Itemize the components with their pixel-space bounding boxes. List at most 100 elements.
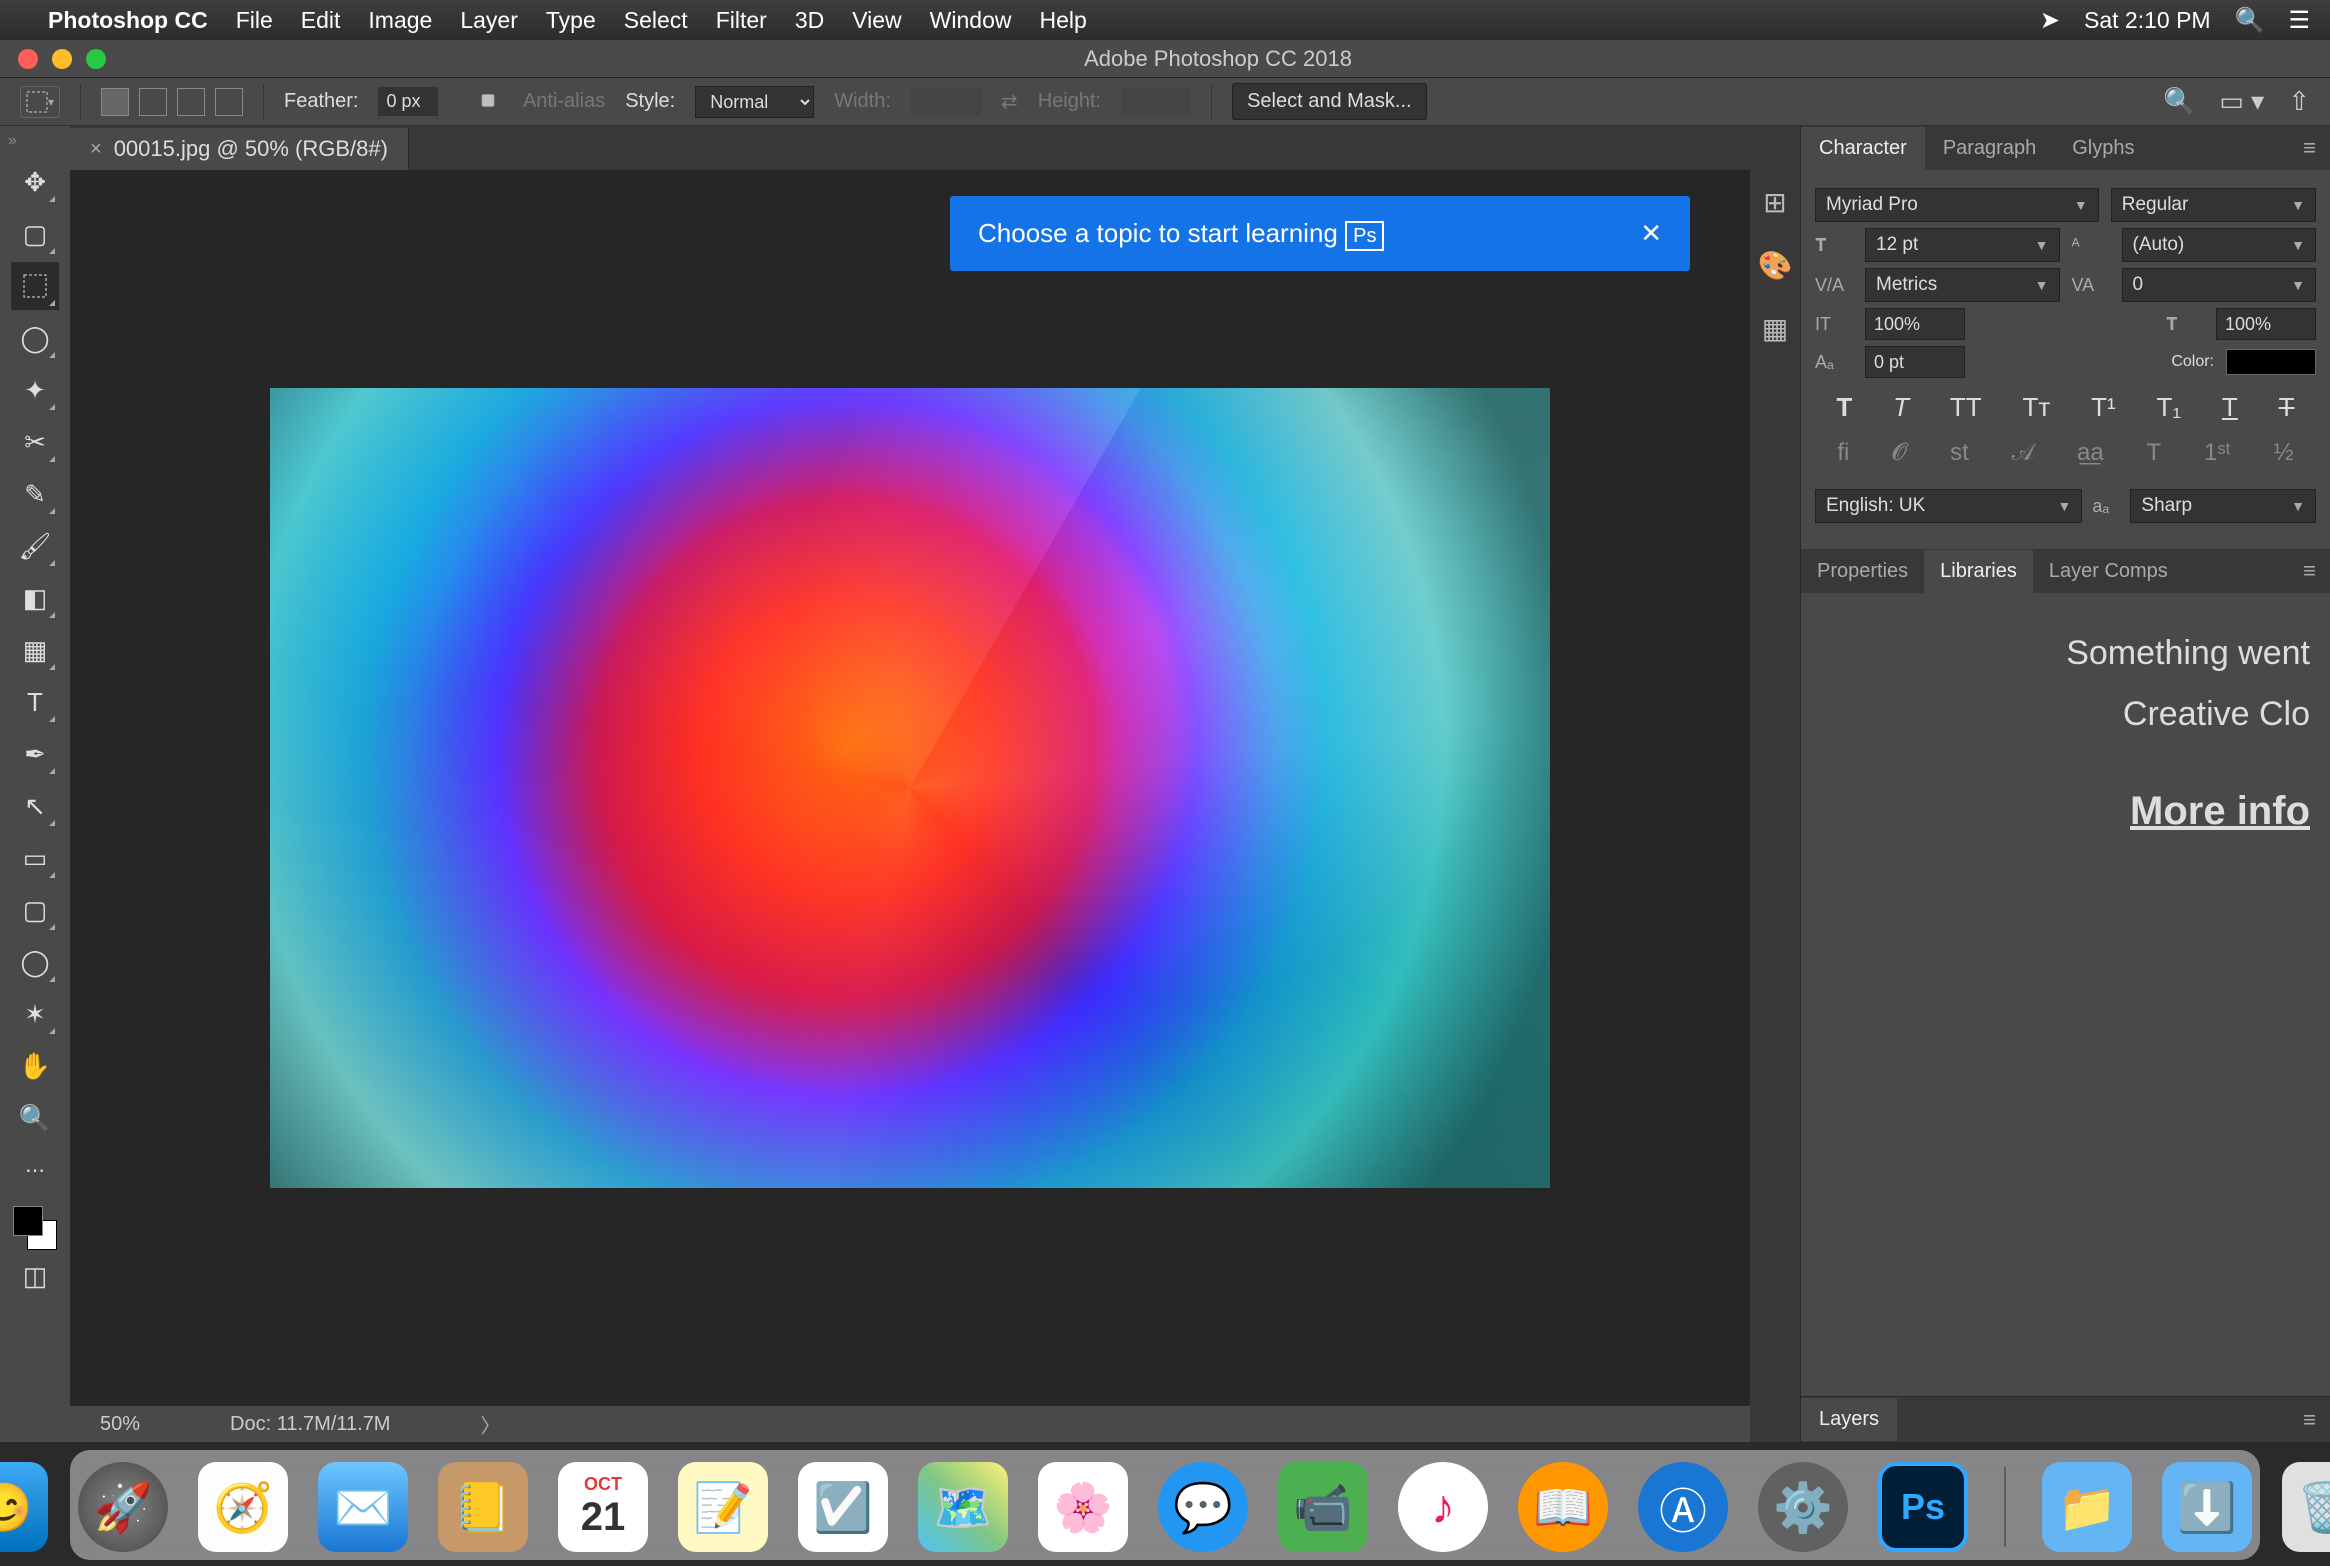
rounded-rect-tool[interactable]: ▢ bbox=[11, 886, 59, 934]
feather-input[interactable] bbox=[378, 87, 438, 116]
tab-paragraph[interactable]: Paragraph bbox=[1925, 127, 2054, 170]
menu-window[interactable]: Window bbox=[930, 7, 1012, 34]
superscript-button[interactable]: T¹ bbox=[2091, 392, 2116, 423]
kerning-select[interactable]: Metrics▼ bbox=[1865, 268, 2060, 302]
tab-character[interactable]: Character bbox=[1801, 127, 1925, 170]
text-color-swatch[interactable] bbox=[2226, 349, 2316, 375]
dock-photos[interactable]: 🌸 bbox=[1038, 1462, 1128, 1552]
subtract-selection-icon[interactable] bbox=[177, 88, 205, 116]
font-size-select[interactable]: 12 pt▼ bbox=[1865, 228, 2060, 262]
rectangle-tool[interactable]: ▭ bbox=[11, 834, 59, 882]
eraser-tool[interactable]: ◧ bbox=[11, 574, 59, 622]
doc-size[interactable]: Doc: 11.7M/11.7M bbox=[230, 1413, 390, 1436]
close-tab-icon[interactable]: × bbox=[90, 138, 102, 161]
crop-tool[interactable]: ✂ bbox=[11, 418, 59, 466]
menu-help[interactable]: Help bbox=[1039, 7, 1086, 34]
dock-calendar[interactable]: OCT21 bbox=[558, 1462, 648, 1552]
smallcaps-button[interactable]: Tᴛ bbox=[2022, 392, 2050, 423]
baseline-input[interactable]: 0 pt bbox=[1865, 346, 1965, 378]
new-selection-icon[interactable] bbox=[101, 88, 129, 116]
fractions-button[interactable]: ½ bbox=[2274, 439, 2294, 467]
share-icon[interactable]: ⇧ bbox=[2288, 86, 2310, 117]
titling-alt-button[interactable]: T bbox=[2147, 439, 2162, 467]
ordinals-button[interactable]: 1ˢᵗ bbox=[2204, 439, 2231, 467]
move-tool[interactable]: ✥ bbox=[11, 158, 59, 206]
strikethrough-button[interactable]: T bbox=[2279, 392, 2295, 423]
libraries-panel-menu-icon[interactable]: ≡ bbox=[2289, 558, 2330, 584]
menu-layer[interactable]: Layer bbox=[460, 7, 518, 34]
intersect-selection-icon[interactable] bbox=[215, 88, 243, 116]
dock-itunes[interactable]: ♪ bbox=[1398, 1462, 1488, 1552]
color-swatches[interactable] bbox=[13, 1206, 57, 1250]
antialias-select[interactable]: Sharp▼ bbox=[2130, 489, 2316, 523]
dock-facetime[interactable]: 📹 bbox=[1278, 1462, 1368, 1552]
dock-messages[interactable]: 💬 bbox=[1158, 1462, 1248, 1552]
tab-libraries[interactable]: Libraries bbox=[1924, 550, 2033, 593]
zoom-level[interactable]: 50% bbox=[100, 1413, 140, 1436]
contextual-alt-button[interactable]: 𝓞 bbox=[1892, 439, 1907, 467]
tab-layers[interactable]: Layers bbox=[1801, 1398, 1897, 1441]
spotlight-icon[interactable]: 🔍 bbox=[2235, 6, 2265, 35]
tab-glyphs[interactable]: Glyphs bbox=[2054, 127, 2152, 170]
dock-ibooks[interactable]: 📖 bbox=[1518, 1462, 1608, 1552]
search-icon[interactable]: 🔍 bbox=[2163, 86, 2195, 117]
dock-maps[interactable]: 🗺️ bbox=[918, 1462, 1008, 1552]
menu-select[interactable]: Select bbox=[624, 7, 688, 34]
allcaps-button[interactable]: TT bbox=[1950, 392, 1982, 423]
foreground-color-swatch[interactable] bbox=[13, 1206, 43, 1236]
menu-type[interactable]: Type bbox=[546, 7, 596, 34]
menu-view[interactable]: View bbox=[852, 7, 901, 34]
pen-tool[interactable]: ✒ bbox=[11, 730, 59, 778]
font-style-select[interactable]: Regular▼ bbox=[2111, 188, 2316, 222]
dock-reminders[interactable]: ☑️ bbox=[798, 1462, 888, 1552]
type-tool[interactable]: T bbox=[11, 678, 59, 726]
expand-tools-icon[interactable]: » bbox=[0, 132, 70, 156]
hand-tool[interactable]: ✋ bbox=[11, 1042, 59, 1090]
menu-3d[interactable]: 3D bbox=[795, 7, 824, 34]
custom-shape-tool[interactable]: ✶ bbox=[11, 990, 59, 1038]
layers-panel-menu-icon[interactable]: ≡ bbox=[2289, 1407, 2330, 1433]
canvas-viewport[interactable]: Choose a topic to start learning Ps ✕ bbox=[70, 170, 1750, 1406]
document-tab[interactable]: × 00015.jpg @ 50% (RGB/8#) bbox=[70, 128, 409, 170]
tracking-select[interactable]: 0▼ bbox=[2122, 268, 2317, 302]
stylistic-alt-button[interactable]: a͟a bbox=[2077, 439, 2104, 467]
close-window-button[interactable] bbox=[18, 49, 38, 69]
hscale-input[interactable]: 100% bbox=[2216, 308, 2316, 340]
menu-edit[interactable]: Edit bbox=[301, 7, 341, 34]
marquee-tool[interactable] bbox=[11, 262, 59, 310]
zoom-tool[interactable]: 🔍 bbox=[11, 1094, 59, 1142]
dock-safari[interactable]: 🧭 bbox=[198, 1462, 288, 1552]
gradient-tool[interactable]: ▦ bbox=[11, 626, 59, 674]
swash-button[interactable]: 𝒜 bbox=[2012, 439, 2035, 467]
language-select[interactable]: English: UK▼ bbox=[1815, 489, 2082, 523]
tab-layer-comps[interactable]: Layer Comps bbox=[2033, 550, 2184, 593]
style-select[interactable]: Normal bbox=[695, 86, 814, 118]
menu-file[interactable]: File bbox=[236, 7, 273, 34]
tab-properties[interactable]: Properties bbox=[1801, 550, 1924, 593]
subscript-button[interactable]: T₁ bbox=[2156, 392, 2181, 423]
ellipse-tool[interactable]: ◯ bbox=[11, 938, 59, 986]
status-more-icon[interactable]: 〉 bbox=[480, 1410, 500, 1439]
dock-finder[interactable]: 😊 bbox=[0, 1462, 48, 1552]
vscale-input[interactable]: 100% bbox=[1865, 308, 1965, 340]
dock-applications-folder[interactable]: 📁 bbox=[2042, 1462, 2132, 1552]
dock-notes[interactable]: 📝 bbox=[678, 1462, 768, 1552]
tool-preset-picker[interactable]: ▾ bbox=[20, 86, 60, 118]
brush-tool[interactable]: 🖌 bbox=[11, 522, 59, 570]
artboard-tool[interactable]: ▢ bbox=[11, 210, 59, 258]
dock-contacts[interactable]: 📒 bbox=[438, 1462, 528, 1552]
ligatures-button[interactable]: fi bbox=[1837, 439, 1849, 467]
edit-toolbar-icon[interactable]: ⋯ bbox=[11, 1146, 59, 1194]
eyedropper-tool[interactable]: ✎ bbox=[11, 470, 59, 518]
menu-image[interactable]: Image bbox=[368, 7, 432, 34]
dock-downloads[interactable]: ⬇️ bbox=[2162, 1462, 2252, 1552]
workspace-switcher-icon[interactable]: ▭ ▾ bbox=[2219, 86, 2264, 117]
quick-mask-icon[interactable]: ◫ bbox=[11, 1252, 59, 1300]
color-panel-icon[interactable]: 🎨 bbox=[1758, 249, 1793, 282]
learn-panel-icon[interactable]: ⊞ bbox=[1763, 186, 1786, 219]
dock-photoshop[interactable]: Ps bbox=[1878, 1462, 1968, 1552]
italic-button[interactable]: T bbox=[1893, 392, 1909, 423]
dock-system-preferences[interactable]: ⚙️ bbox=[1758, 1462, 1848, 1552]
siri-icon[interactable]: ➤ bbox=[2040, 6, 2060, 35]
minimize-window-button[interactable] bbox=[52, 49, 72, 69]
